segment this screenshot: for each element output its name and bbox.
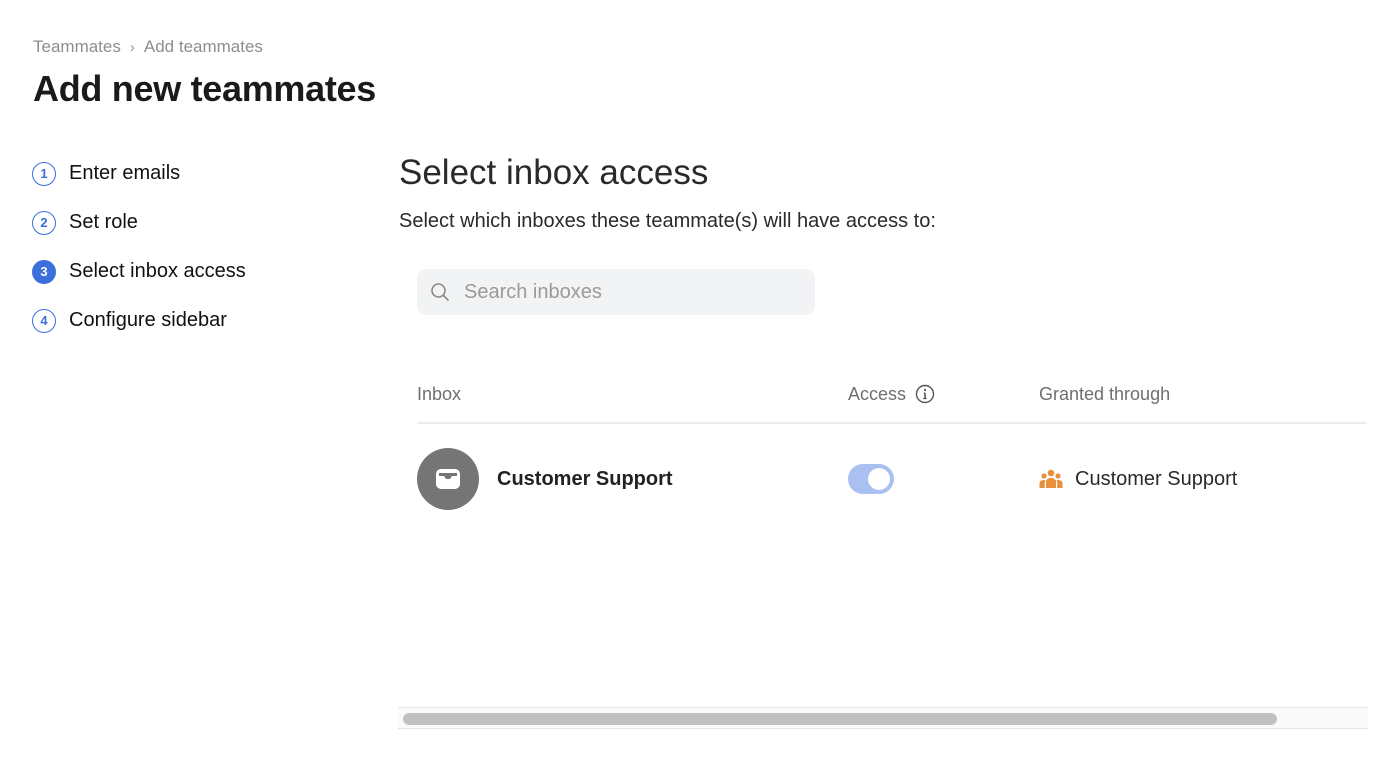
step-enter-emails[interactable]: 1 Enter emails — [32, 149, 246, 198]
column-label: Granted through — [1039, 383, 1171, 404]
step-number-badge: 1 — [32, 161, 56, 186]
step-number-badge: 2 — [32, 210, 56, 235]
section-title: Select inbox access — [399, 153, 709, 192]
search-icon — [431, 283, 449, 301]
breadcrumb-current: Add teammates — [143, 37, 263, 56]
step-set-role[interactable]: 2 Set role — [32, 198, 246, 247]
steps-list: 1 Enter emails 2 Set role 3 Select inbox… — [32, 149, 246, 345]
info-icon[interactable] — [915, 384, 935, 404]
access-cell — [848, 464, 1039, 494]
step-number-badge-active: 3 — [32, 259, 56, 284]
column-header-access: Access — [848, 384, 1039, 405]
inbox-access-table: Inbox Access Granted through Customer Su… — [417, 366, 1367, 534]
breadcrumb: Teammates › Add teammates — [33, 37, 263, 57]
breadcrumb-teammates[interactable]: Teammates — [33, 37, 121, 57]
section-description: Select which inboxes these teammate(s) w… — [399, 210, 936, 232]
inbox-tray-icon — [436, 469, 460, 489]
inbox-avatar — [417, 448, 479, 510]
column-label: Inbox — [417, 383, 462, 404]
step-number-badge: 4 — [32, 308, 56, 333]
table-row: Customer Support Customer Support — [417, 424, 1367, 534]
search-box[interactable] — [417, 269, 815, 315]
column-header-granted-through: Granted through — [1039, 384, 1367, 405]
toggle-knob — [868, 468, 890, 490]
step-configure-sidebar[interactable]: 4 Configure sidebar — [32, 296, 246, 345]
column-label: Access — [848, 383, 907, 404]
granted-through-cell: Customer Support — [1039, 468, 1367, 491]
breadcrumb-separator: › — [129, 38, 135, 56]
granted-through-name: Customer Support — [1075, 467, 1238, 490]
access-toggle[interactable] — [848, 464, 894, 494]
page-title: Add new teammates — [33, 68, 376, 109]
table-header: Inbox Access Granted through — [417, 366, 1367, 424]
horizontal-scrollbar[interactable] — [398, 707, 1368, 729]
step-label: Configure sidebar — [69, 309, 227, 331]
step-select-inbox-access[interactable]: 3 Select inbox access — [32, 247, 246, 296]
inbox-name: Customer Support — [497, 467, 673, 490]
step-label: Select inbox access — [69, 260, 246, 282]
scrollbar-thumb[interactable] — [403, 713, 1277, 725]
inbox-cell: Customer Support — [417, 448, 848, 510]
column-header-inbox: Inbox — [417, 384, 848, 405]
step-label: Enter emails — [69, 162, 181, 184]
step-label: Set role — [69, 211, 138, 233]
search-inboxes-input[interactable] — [464, 280, 784, 304]
team-icon — [1039, 469, 1063, 488]
